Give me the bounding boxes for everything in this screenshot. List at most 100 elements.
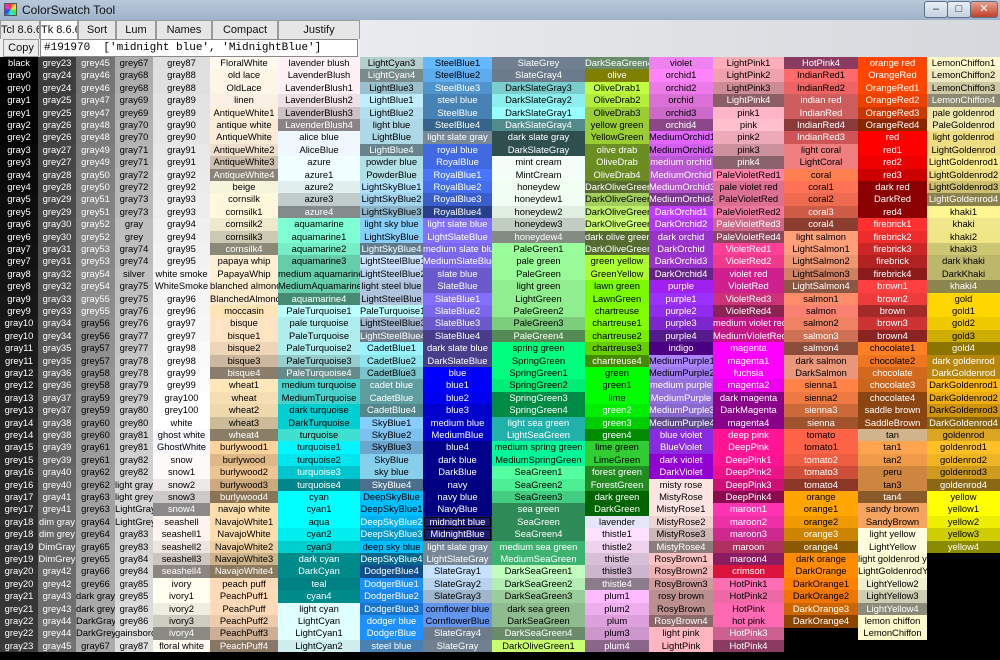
swatch-cell[interactable]: light steel blue: [360, 280, 423, 293]
swatch-cell[interactable]: grey94: [153, 230, 210, 244]
swatch-cell[interactable]: gray60: [76, 416, 115, 430]
swatch-cell[interactable]: PapayaWhip: [210, 267, 278, 281]
swatch-cell[interactable]: salmon2: [784, 317, 858, 330]
swatch-cell[interactable]: snow4: [153, 503, 210, 516]
swatch-cell[interactable]: NavyBlue: [423, 503, 492, 516]
swatch-cell[interactable]: SlateGrey: [492, 57, 585, 70]
swatch-cell[interactable]: deep sky blue: [360, 540, 423, 554]
swatch-cell[interactable]: tan4: [858, 491, 927, 504]
swatch-cell[interactable]: LavenderBlush3: [278, 106, 360, 120]
swatch-cell[interactable]: light coral: [784, 143, 858, 157]
swatch-cell[interactable]: SlateGray: [423, 639, 492, 653]
swatch-cell[interactable]: gray17: [0, 491, 38, 504]
swatch-cell[interactable]: LavenderBlush: [278, 69, 360, 82]
swatch-cell[interactable]: grey19: [0, 553, 38, 566]
swatch-cell[interactable]: SkyBlue2: [360, 429, 423, 442]
swatch-cell[interactable]: yellow3: [927, 528, 1000, 541]
swatch-cell[interactable]: light gray: [115, 478, 153, 492]
swatch-cell[interactable]: honeydew: [492, 181, 585, 194]
swatch-cell[interactable]: GhostWhite: [153, 441, 210, 454]
swatch-cell[interactable]: gray5: [0, 193, 38, 206]
swatch-cell[interactable]: dark gray: [76, 590, 115, 603]
swatch-cell[interactable]: MediumBlue: [423, 429, 492, 442]
swatch-cell[interactable]: grey46: [76, 81, 115, 95]
swatch-cell[interactable]: orchid: [649, 94, 713, 107]
swatch-cell[interactable]: misty rose: [649, 478, 713, 492]
swatch-cell[interactable]: DeepSkyBlue1: [360, 503, 423, 516]
swatch-cell[interactable]: light goldenrod: [927, 131, 1000, 144]
swatch-cell[interactable]: grey76: [115, 317, 153, 330]
swatch-cell[interactable]: LightSteelBlue1: [360, 255, 423, 268]
swatch-cell[interactable]: rosy brown: [649, 590, 713, 603]
swatch-cell[interactable]: indigo: [649, 342, 713, 355]
swatch-cell[interactable]: light slate gray: [423, 131, 492, 144]
swatch-cell[interactable]: PeachPuff1: [210, 590, 278, 603]
swatch-cell[interactable]: gray71: [115, 143, 153, 157]
swatch-cell[interactable]: maroon4: [713, 553, 784, 566]
swatch-cell[interactable]: DarkTurquoise: [278, 416, 360, 430]
swatch-cell[interactable]: gray50: [76, 168, 115, 182]
swatch-cell[interactable]: cornsilk3: [210, 230, 278, 244]
swatch-cell[interactable]: gray85: [115, 577, 153, 591]
swatch-cell[interactable]: CadetBlue1: [360, 342, 423, 355]
swatch-cell[interactable]: lemon chiffon: [858, 615, 927, 628]
swatch-cell[interactable]: PaleVioletRed2: [713, 205, 784, 219]
swatch-cell[interactable]: grey5: [0, 205, 38, 219]
swatch-cell[interactable]: LightSalmon1: [784, 243, 858, 256]
swatch-cell[interactable]: honeydew2: [492, 205, 585, 219]
swatch-cell[interactable]: DarkOliveGreen3: [585, 193, 649, 206]
swatch-cell[interactable]: SpringGreen4: [492, 404, 585, 417]
swatch-cell[interactable]: medium purple: [649, 379, 713, 392]
swatch-cell[interactable]: ivory3: [153, 615, 210, 628]
swatch-cell[interactable]: grey98: [153, 354, 210, 368]
swatch-cell[interactable]: green: [585, 367, 649, 380]
swatch-cell[interactable]: gray18: [0, 515, 38, 529]
swatch-cell[interactable]: gray95: [153, 243, 210, 256]
tab-justify[interactable]: Justify: [278, 20, 360, 39]
swatch-cell[interactable]: fuchsia: [713, 367, 784, 380]
swatch-cell[interactable]: azure1: [278, 168, 360, 182]
swatch-cell[interactable]: orange4: [784, 540, 858, 554]
swatch-cell[interactable]: brown: [858, 305, 927, 318]
swatch-cell[interactable]: violet: [649, 57, 713, 70]
swatch-cell[interactable]: linen: [210, 94, 278, 107]
swatch-cell[interactable]: PaleTurquoise4: [278, 367, 360, 380]
swatch-cell[interactable]: SeaGreen1: [492, 466, 585, 479]
swatch-cell[interactable]: grey71: [115, 156, 153, 169]
swatch-cell[interactable]: gray40: [38, 466, 76, 479]
swatch-cell[interactable]: gold4: [927, 342, 1000, 355]
swatch-cell[interactable]: grey80: [115, 416, 153, 430]
swatch-cell[interactable]: grey93: [153, 205, 210, 219]
swatch-cell[interactable]: grey84: [115, 565, 153, 578]
swatch-cell[interactable]: grey42: [38, 577, 76, 591]
swatch-cell[interactable]: LightGreen: [492, 292, 585, 306]
swatch-cell[interactable]: CadetBlue4: [360, 404, 423, 417]
swatch-cell[interactable]: dark turquoise: [278, 404, 360, 417]
swatch-cell[interactable]: gray39: [38, 441, 76, 454]
swatch-cell[interactable]: gray23: [0, 639, 38, 653]
swatch-cell[interactable]: LightPink2: [713, 69, 784, 82]
swatch-cell[interactable]: PaleTurquoise1: [360, 305, 423, 318]
swatch-cell[interactable]: grey68: [115, 81, 153, 95]
maximize-button[interactable]: □: [947, 1, 971, 18]
swatch-cell[interactable]: gray6: [0, 218, 38, 231]
swatch-cell[interactable]: blue: [423, 367, 492, 380]
swatch-cell[interactable]: SlateGray2: [423, 577, 492, 591]
swatch-cell[interactable]: RosyBrown1: [649, 553, 713, 566]
swatch-cell[interactable]: firebrick2: [858, 230, 927, 244]
swatch-cell[interactable]: FloralWhite: [210, 57, 278, 70]
swatch-cell[interactable]: LavenderBlush1: [278, 81, 360, 95]
swatch-cell[interactable]: dark sea green: [492, 602, 585, 616]
swatch-cell[interactable]: HotPink4: [784, 57, 858, 70]
swatch-cell[interactable]: burlywood2: [210, 466, 278, 479]
swatch-cell[interactable]: SeaGreen3: [492, 491, 585, 504]
swatch-cell[interactable]: LightGoldenrod3: [927, 181, 1000, 194]
swatch-cell[interactable]: MediumPurple2: [649, 367, 713, 380]
swatch-cell[interactable]: LightSeaGreen: [492, 429, 585, 442]
swatch-cell[interactable]: MintCream: [492, 168, 585, 182]
swatch-cell[interactable]: gray3: [0, 143, 38, 157]
swatch-cell[interactable]: dark orchid: [649, 230, 713, 244]
swatch-cell[interactable]: violet red: [713, 267, 784, 281]
swatch-cell[interactable]: DarkViolet: [649, 466, 713, 479]
swatch-cell[interactable]: LightYellow: [858, 540, 927, 554]
